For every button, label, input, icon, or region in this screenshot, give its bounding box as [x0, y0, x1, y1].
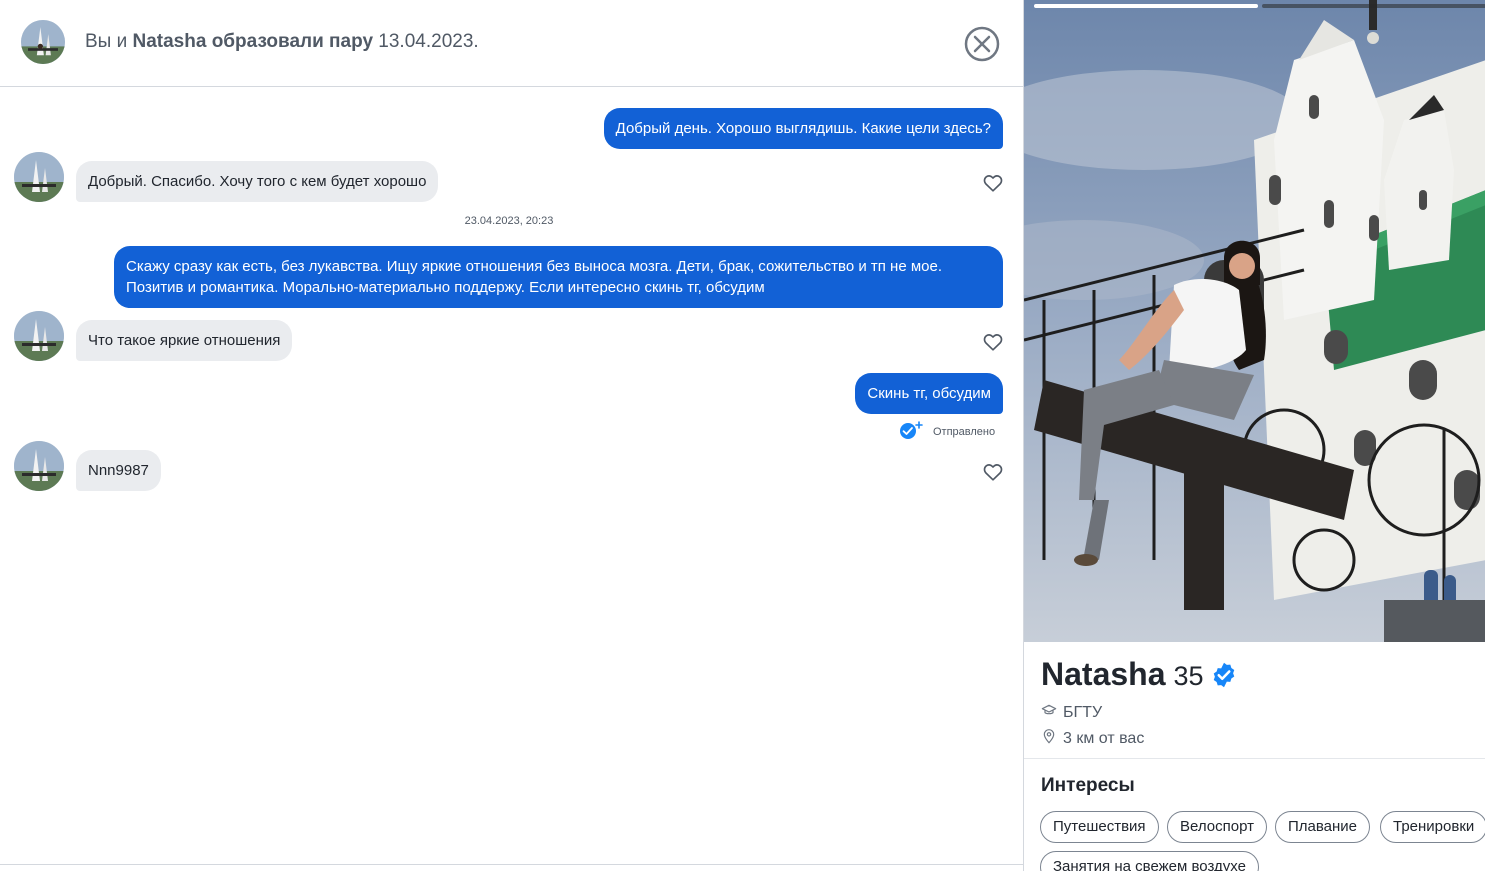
message-incoming[interactable]: Что такое яркие отношения: [76, 320, 293, 361]
header-title-middle: образовали пару: [206, 31, 379, 52]
match-header-title: Вы и Natasha образовали пару 13.04.2023.: [85, 31, 479, 53]
profile-education-row: БГТУ: [1041, 702, 1102, 723]
interest-chip[interactable]: Плавание: [1275, 811, 1371, 843]
interests-title: Интересы: [1041, 775, 1135, 796]
profile-distance-row: 3 км от вас: [1041, 728, 1144, 749]
close-icon[interactable]: [964, 26, 1000, 62]
photo-progress-bars: [1034, 4, 1485, 8]
message-incoming[interactable]: Добрый. Спасибо. Хочу того с кем будет х…: [76, 161, 439, 202]
message-avatar[interactable]: [14, 152, 64, 202]
chat-header: Вы и Natasha образовали пару 13.04.2023.: [0, 0, 1024, 87]
message-timestamp: 23.04.2023, 20:23: [464, 215, 554, 227]
message-avatar[interactable]: [14, 441, 64, 491]
profile-distance: 3 км от вас: [1063, 729, 1145, 747]
message-outgoing[interactable]: Добрый день. Хорошо выглядишь. Какие цел…: [603, 108, 1003, 149]
interest-chip[interactable]: Велоспорт: [1167, 811, 1267, 843]
sent-check-icon: [899, 421, 925, 442]
profile-photo[interactable]: [1024, 0, 1485, 642]
message-outgoing-long[interactable]: Скажу сразу как есть, без лукавства. Ищу…: [114, 246, 1003, 308]
profile-education: БГТУ: [1063, 703, 1103, 721]
photo-progress-bar[interactable]: [1034, 4, 1258, 8]
profile-age: 35: [1173, 661, 1204, 691]
heart-outline-icon[interactable]: [982, 331, 1004, 353]
message-outgoing[interactable]: Скинь тг, обсудим: [855, 373, 1003, 414]
match-avatar[interactable]: [21, 20, 65, 64]
heart-outline-icon[interactable]: [982, 461, 1004, 483]
photo-progress-bar[interactable]: [1262, 4, 1485, 8]
message-sent-status: Отправлено: [899, 421, 995, 442]
verified-badge-icon[interactable]: [1210, 661, 1238, 689]
header-match-date: 13.04.2023.: [378, 31, 479, 52]
sent-status-label: Отправлено: [933, 425, 996, 438]
profile-panel: Natasha 35 БГТУ 3 км от вас Интересы Пут…: [1023, 0, 1485, 871]
header-title-prefix: Вы и: [85, 31, 133, 52]
interest-chip[interactable]: Тренировки: [1380, 811, 1485, 843]
location-pin-icon: [1041, 728, 1057, 749]
interest-chip[interactable]: Путешествия: [1040, 811, 1159, 843]
message-line: Позитив и романтика. Морально-материальн…: [126, 279, 765, 296]
graduation-cap-icon: [1041, 702, 1057, 723]
heart-outline-icon[interactable]: [982, 172, 1004, 194]
message-avatar[interactable]: [14, 311, 64, 361]
header-match-name: Natasha: [132, 31, 207, 52]
chat-panel: Вы и Natasha образовали пару 13.04.2023.…: [0, 0, 1024, 871]
message-composer-divider: [0, 864, 1024, 865]
message-line: Скажу сразу как есть, без лукавства. Ищу…: [126, 258, 943, 275]
profile-name-row: Natasha 35: [1041, 656, 1238, 693]
message-incoming[interactable]: Nnn9987: [76, 450, 161, 491]
profile-name: Natasha: [1041, 656, 1166, 692]
interest-chip[interactable]: Занятия на свежем воздухе: [1040, 851, 1259, 871]
profile-section-divider: [1024, 758, 1485, 759]
